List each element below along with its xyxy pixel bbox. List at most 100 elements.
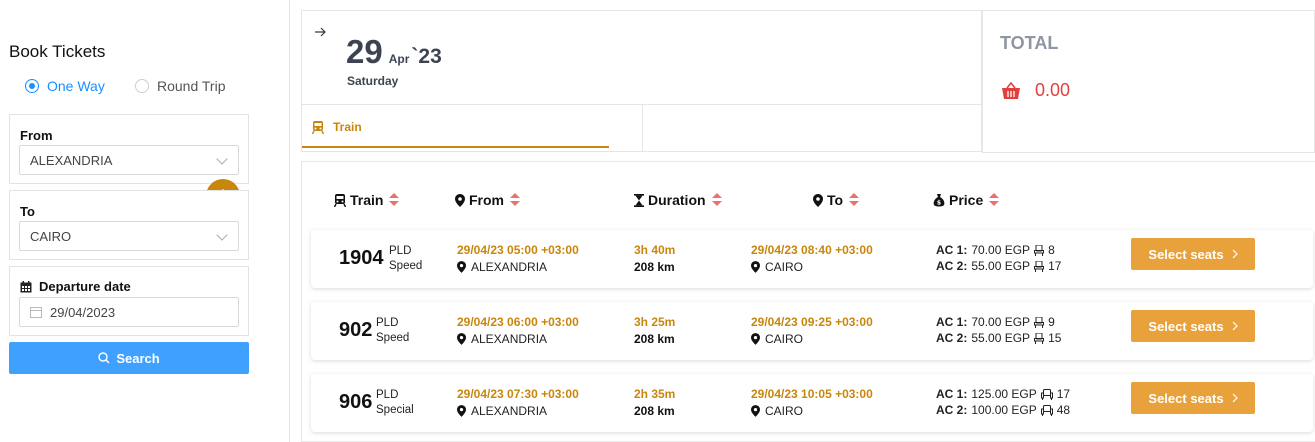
arrival-time: 29/04/23 08:40 +03:00 — [751, 243, 873, 257]
map-pin-icon — [457, 261, 466, 273]
date-display: 29 Apr `23 — [346, 33, 442, 71]
column-header-price[interactable]: $ Price — [933, 192, 1000, 208]
seats-available: 17 — [1056, 387, 1071, 401]
sort-icon[interactable] — [849, 193, 860, 207]
price-value: 125.00 EGP — [971, 387, 1037, 401]
map-pin-icon — [751, 333, 760, 345]
arrival-station: CAIRO — [765, 404, 804, 418]
departure-location: ALEXANDRIA — [457, 260, 579, 274]
sort-icon[interactable] — [989, 193, 1000, 207]
departure-value: 29/04/2023 — [50, 304, 116, 320]
hourglass-icon — [634, 193, 644, 207]
search-sidebar: Book Tickets One Way Round Trip From ALE… — [0, 0, 290, 442]
from-select[interactable]: ALEXANDRIA — [19, 145, 239, 175]
chevron-right-icon — [1232, 393, 1238, 403]
select-seats-button[interactable]: Select seats — [1131, 310, 1255, 342]
price-value: 55.00 EGP — [971, 259, 1031, 273]
distance-value: 208 km — [634, 404, 675, 418]
price-value: 70.00 EGP — [971, 315, 1031, 329]
seats-available: 8 — [1048, 243, 1055, 257]
to-select[interactable]: CAIRO — [19, 221, 239, 251]
select-seats-button[interactable]: Select seats — [1131, 382, 1255, 414]
to-value: CAIRO — [30, 228, 72, 244]
round-trip-label: Round Trip — [157, 78, 226, 94]
tab-active-underline — [302, 146, 609, 148]
radio-checked-icon[interactable] — [25, 79, 39, 93]
sort-icon[interactable] — [510, 193, 520, 207]
price-value: 70.00 EGP — [971, 243, 1031, 257]
train-class: PLD Speed — [376, 316, 409, 346]
distance-value: 208 km — [634, 332, 675, 346]
price-class: AC 1: — [936, 243, 968, 257]
departure-info: 29/04/23 07:30 +03:00 ALEXANDRIA — [457, 387, 579, 418]
column-header-train[interactable]: Train — [334, 192, 400, 208]
departure-location: ALEXANDRIA — [457, 404, 579, 418]
price-value: 100.00 EGP — [971, 403, 1037, 417]
from-value: ALEXANDRIA — [30, 152, 113, 168]
column-header-from[interactable]: From — [455, 192, 520, 208]
distance-value: 208 km — [634, 260, 675, 274]
select-seats-label: Select seats — [1148, 390, 1224, 406]
price-info: AC 1: 70.00 EGP 8 AC 2: 55.00 EGP 17 — [936, 243, 1061, 273]
price-line: AC 1: 70.00 EGP 9 — [936, 315, 1061, 329]
one-way-radio[interactable]: One Way — [25, 78, 105, 94]
duration-info: 3h 40m 208 km — [634, 243, 675, 274]
arrival-station: CAIRO — [765, 332, 804, 346]
tab-train[interactable]: Train — [302, 105, 643, 152]
map-pin-icon — [813, 193, 823, 207]
seats-available: 48 — [1056, 403, 1071, 417]
price-line: AC 2: 100.00 EGP 48 — [936, 403, 1070, 417]
money-bag-icon: $ — [933, 193, 945, 206]
map-pin-icon — [751, 261, 760, 273]
map-pin-icon — [455, 193, 465, 207]
date-day: 29 — [346, 33, 383, 70]
train-line: PLD — [389, 245, 412, 257]
column-header-duration[interactable]: Duration — [634, 192, 722, 208]
train-number: 902 — [339, 319, 373, 341]
departure-station: ALEXANDRIA — [471, 332, 548, 346]
date-card: 29 Apr `23 Saturday — [301, 10, 982, 105]
map-pin-icon — [457, 333, 466, 345]
price-line: AC 2: 55.00 EGP 17 — [936, 259, 1061, 273]
select-seats-label: Select seats — [1148, 246, 1224, 262]
search-button[interactable]: Search — [9, 342, 249, 374]
duration-value: 3h 40m — [634, 243, 676, 257]
departure-time: 29/04/23 07:30 +03:00 — [457, 387, 579, 401]
svg-text:$: $ — [937, 199, 941, 206]
departure-box: Departure date 29/04/2023 — [9, 266, 249, 336]
column-header-to[interactable]: To — [813, 192, 860, 208]
map-pin-icon — [751, 405, 760, 417]
departure-date-input[interactable]: 29/04/2023 — [19, 297, 239, 327]
round-trip-radio[interactable]: Round Trip — [135, 78, 225, 94]
radio-unchecked-icon[interactable] — [135, 79, 149, 93]
train-line: PLD — [376, 317, 399, 329]
tab-train-content: Train — [312, 120, 362, 134]
total-label: TOTAL — [1000, 33, 1059, 53]
select-seats-button[interactable]: Select seats — [1131, 238, 1255, 270]
column-label: From — [469, 192, 504, 208]
total-row: 0.00 — [1001, 80, 1070, 101]
chevron-down-icon — [216, 229, 228, 241]
departure-label: Departure date — [39, 279, 131, 294]
column-label: Train — [350, 192, 384, 208]
price-line: AC 2: 55.00 EGP 15 — [936, 331, 1061, 345]
train-row: 1904 PLD Speed 29/04/23 05:00 +03:00 ALE… — [311, 230, 1313, 288]
arrival-info: 29/04/23 09:25 +03:00 CAIRO — [751, 315, 873, 346]
one-way-label: One Way — [47, 78, 105, 94]
departure-time: 29/04/23 06:00 +03:00 — [457, 315, 579, 329]
map-pin-icon — [457, 405, 466, 417]
arrival-time: 29/04/23 09:25 +03:00 — [751, 315, 873, 329]
duration-info: 3h 25m 208 km — [634, 315, 675, 346]
from-label: From — [20, 128, 53, 143]
train-number: 906 — [339, 391, 373, 413]
departure-location: ALEXANDRIA — [457, 332, 579, 346]
departure-station: ALEXANDRIA — [471, 404, 548, 418]
date-year: `23 — [411, 45, 442, 68]
train-category: Speed — [376, 332, 410, 344]
sort-icon[interactable] — [389, 193, 400, 207]
calendar-icon — [30, 307, 42, 318]
train-row: 902 PLD Speed 29/04/23 06:00 +03:00 ALEX… — [311, 302, 1313, 360]
seat-icon — [1034, 316, 1045, 328]
date-weekday: Saturday — [347, 74, 399, 88]
sort-icon[interactable] — [711, 193, 722, 207]
